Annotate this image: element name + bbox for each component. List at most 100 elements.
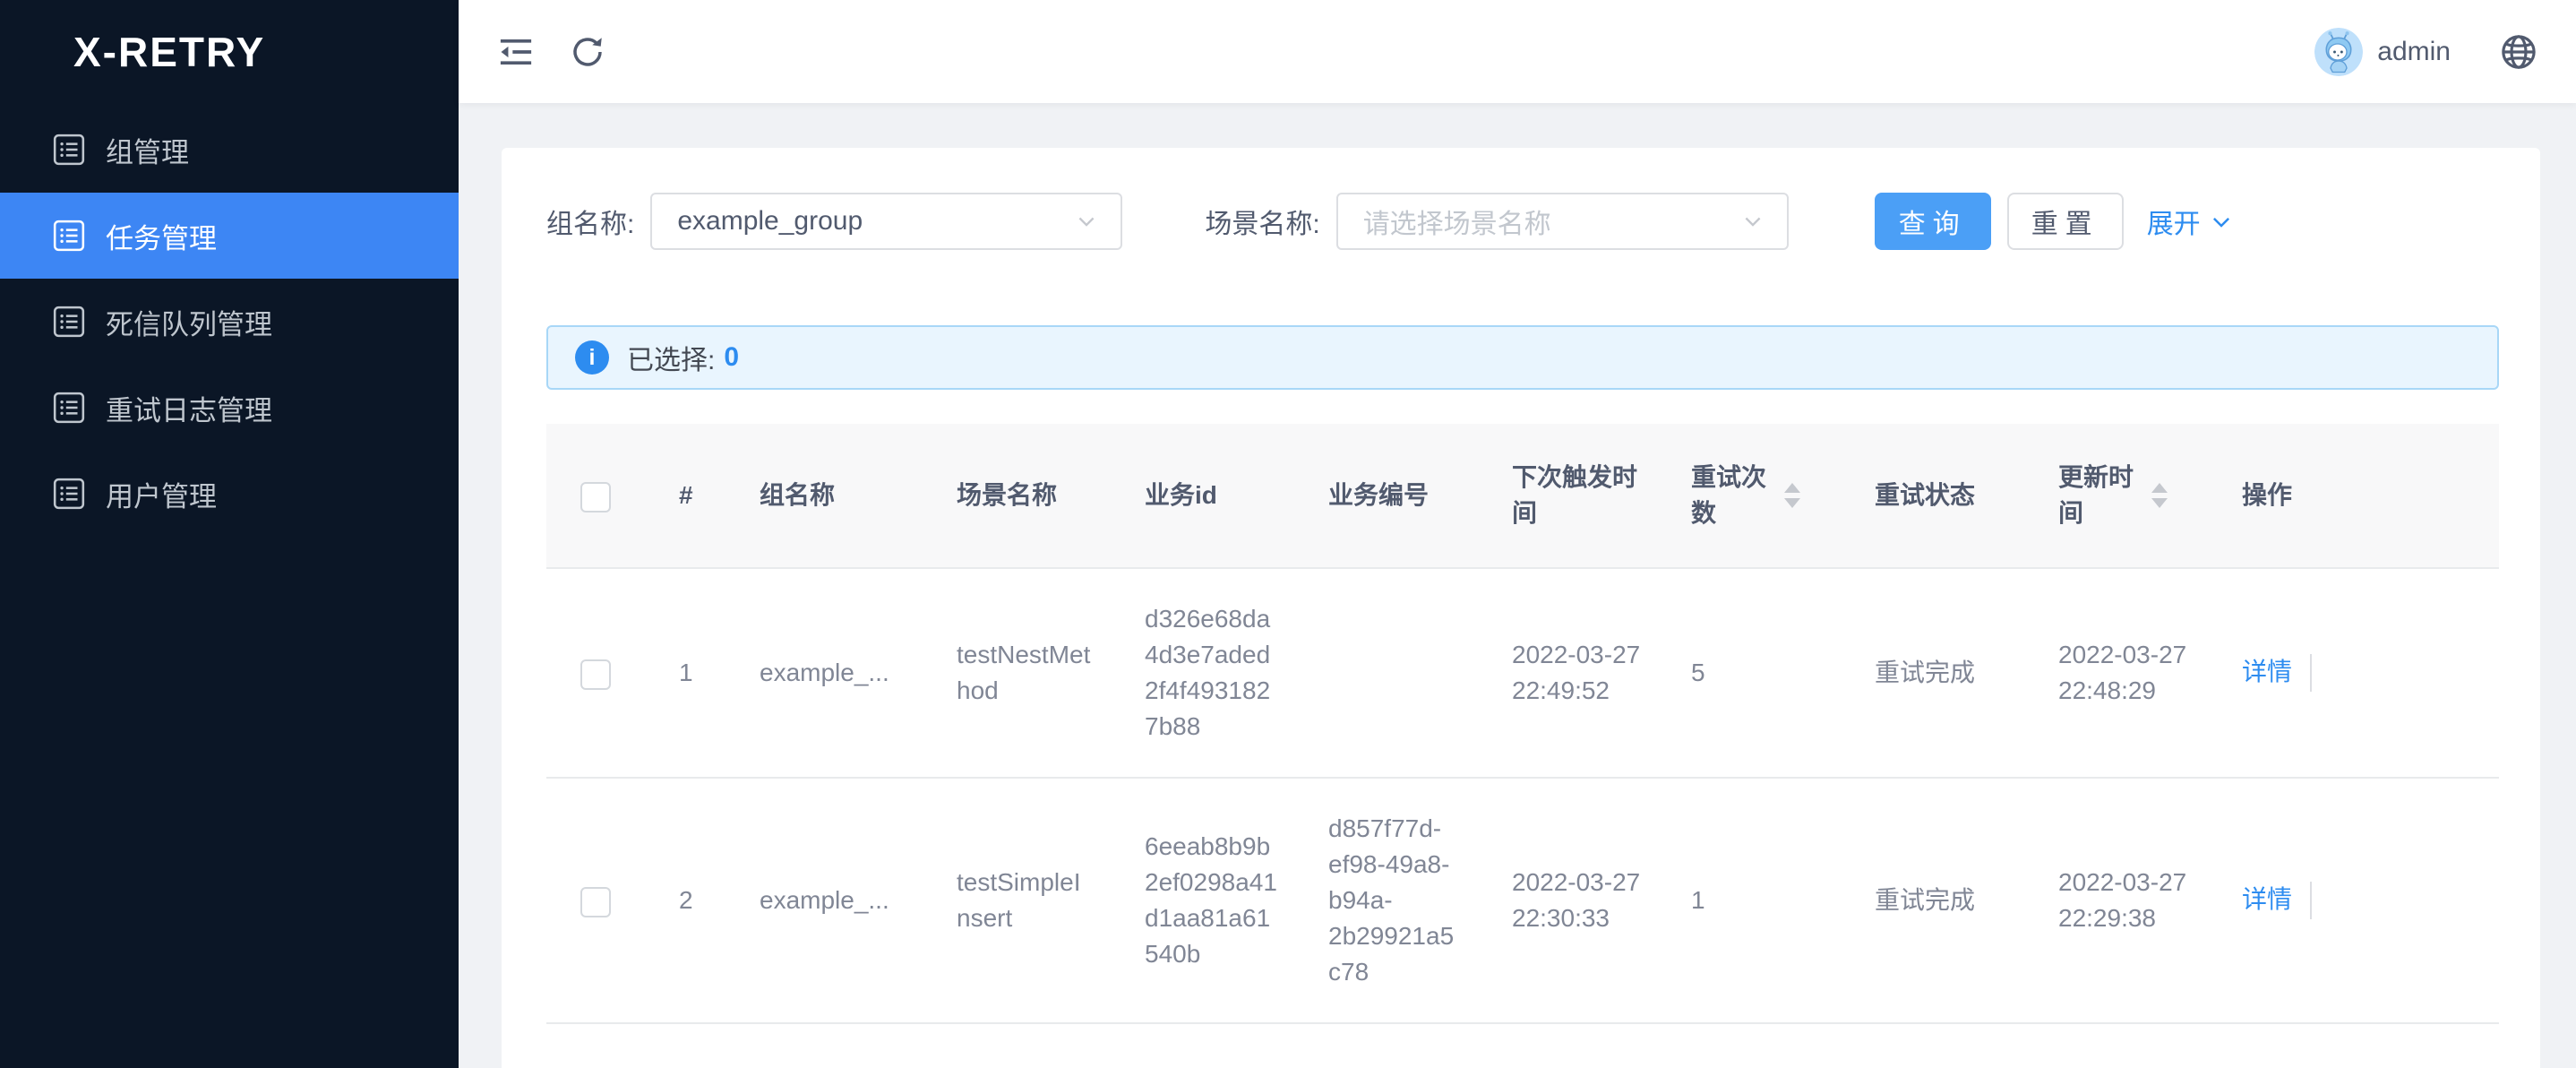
sort-caret-down-icon[interactable] (2151, 498, 2168, 508)
list-icon (52, 305, 86, 339)
expand-label: 展开 (2147, 202, 2201, 241)
cell-retry-count: 1 (1666, 778, 1850, 1023)
cell-scene-name: testSimpleInsert (932, 778, 1120, 1023)
menu-fold-icon (496, 32, 536, 72)
selection-alert: i 已选择: 0 (546, 325, 2499, 390)
detail-link[interactable]: 详情 (2242, 658, 2292, 685)
action-divider (2310, 654, 2312, 692)
cell-group-name: example_... (734, 568, 932, 778)
reset-button[interactable]: 重置 (2007, 193, 2124, 250)
cell-biz-no: d857f77d-ef98-49a8-b94a-2b29921a5c78 (1303, 778, 1487, 1023)
row-checkbox-cell (546, 568, 654, 778)
group-name-label: 组名称: (546, 202, 634, 241)
sidebar-item-label: 用户管理 (106, 474, 217, 514)
globe-icon (2499, 32, 2538, 72)
chevron-down-icon (1740, 209, 1765, 234)
cell-group-name: example_... (734, 778, 932, 1023)
content: 组名称: example_group 场景名称: 请选择场景名称 查询 重置 (459, 103, 2576, 1068)
cell-index: 1 (654, 568, 734, 778)
topbar: admin (459, 0, 2576, 103)
sort-carets[interactable] (1784, 483, 1800, 508)
column-header-biz-no: 业务编号 (1303, 424, 1487, 568)
sort-caret-up-icon[interactable] (1784, 483, 1800, 493)
table-row: 1 example_... testNestMethod d326e68da4d… (546, 568, 2499, 778)
column-header-actions: 操作 (2217, 424, 2499, 568)
user-avatar[interactable] (2314, 28, 2363, 76)
cell-actions: 详情 (2217, 778, 2499, 1023)
list-icon (52, 391, 86, 425)
column-header-index: # (654, 424, 734, 568)
group-name-select[interactable]: example_group (650, 193, 1122, 250)
cell-next-trigger-time: 2022-03-27 22:30:33 (1487, 778, 1666, 1023)
cell-actions: 详情 (2217, 568, 2499, 778)
column-header-update-time[interactable]: 更新时间 (2033, 424, 2217, 568)
list-icon (52, 133, 86, 167)
info-icon: i (575, 340, 609, 375)
cell-update-time: 2022-03-27 22:48:29 (2033, 568, 2217, 778)
expand-link[interactable]: 展开 (2147, 202, 2235, 241)
action-divider (2310, 882, 2312, 919)
cell-scene-name: testNestMethod (932, 568, 1120, 778)
sidebar-item-group-management[interactable]: 组管理 (0, 107, 459, 193)
list-icon (52, 219, 86, 253)
sort-carets[interactable] (2151, 483, 2168, 508)
chevron-down-icon (1074, 209, 1099, 234)
cell-update-time: 2022-03-27 22:29:38 (2033, 778, 2217, 1023)
list-icon (52, 477, 86, 511)
scene-name-select[interactable]: 请选择场景名称 (1336, 193, 1789, 250)
app-logo: X-RETRY (0, 0, 459, 103)
language-button[interactable] (2497, 30, 2540, 73)
header-checkbox-cell (546, 424, 654, 568)
group-name-select-value: example_group (677, 206, 1074, 237)
collapse-sidebar-button[interactable] (494, 30, 537, 73)
cell-index: 2 (654, 778, 734, 1023)
search-button[interactable]: 查询 (1875, 193, 1991, 250)
cell-retry-count: 5 (1666, 568, 1850, 778)
cell-retry-status: 重试完成 (1850, 568, 2033, 778)
refresh-icon (569, 33, 606, 71)
row-checkbox[interactable] (580, 659, 611, 690)
refresh-button[interactable] (566, 30, 609, 73)
sort-caret-up-icon[interactable] (2151, 483, 2168, 493)
cell-biz-id: d326e68da4d3e7aded2f4f4931827b88 (1120, 568, 1303, 778)
main-area: admin 组名称: example_gro (459, 0, 2576, 1068)
chevron-down-icon (2208, 208, 2235, 235)
sidebar-menu: 组管理 任务管理 (0, 107, 459, 537)
selection-count: 0 (724, 342, 739, 373)
column-header-retry-count[interactable]: 重试次数 (1666, 424, 1850, 568)
sidebar: X-RETRY 组管理 (0, 0, 459, 1068)
sidebar-item-task-management[interactable]: 任务管理 (0, 193, 459, 279)
selection-alert-label: 已选择: (627, 338, 715, 377)
column-header-label: 重试次数 (1691, 460, 1773, 531)
sort-caret-down-icon[interactable] (1784, 498, 1800, 508)
column-header-group-name: 组名称 (734, 424, 932, 568)
row-checkbox-cell (546, 778, 654, 1023)
table-row: 2 example_... testSimpleInsert 6eeab8b9b… (546, 778, 2499, 1023)
sidebar-item-label: 组管理 (106, 130, 189, 170)
sidebar-item-user-management[interactable]: 用户管理 (0, 451, 459, 537)
detail-link[interactable]: 详情 (2242, 885, 2292, 913)
cell-biz-id: 6eeab8b9b2ef0298a41d1aa81a61540b (1120, 778, 1303, 1023)
sidebar-item-label: 死信队列管理 (106, 302, 272, 342)
cell-next-trigger-time: 2022-03-27 22:49:52 (1487, 568, 1666, 778)
scene-name-select-placeholder: 请选择场景名称 (1363, 202, 1740, 241)
topbar-right: admin (2314, 28, 2540, 76)
cell-biz-no (1303, 568, 1487, 778)
scene-name-label: 场景名称: (1205, 202, 1319, 241)
username[interactable]: admin (2377, 37, 2451, 67)
column-header-next-trigger-time: 下次触发时间 (1487, 424, 1666, 568)
retry-task-table: # 组名称 场景名称 业务id 业务编号 下次触发时间 重试次数 (546, 424, 2499, 1024)
column-header-scene-name: 场景名称 (932, 424, 1120, 568)
cell-retry-status: 重试完成 (1850, 778, 2033, 1023)
row-checkbox[interactable] (580, 887, 611, 917)
content-card: 组名称: example_group 场景名称: 请选择场景名称 查询 重置 (502, 148, 2540, 1068)
sidebar-item-dead-letter-queue[interactable]: 死信队列管理 (0, 279, 459, 365)
sidebar-item-label: 任务管理 (106, 216, 217, 256)
sidebar-item-retry-log-management[interactable]: 重试日志管理 (0, 365, 459, 451)
sidebar-item-label: 重试日志管理 (106, 388, 272, 428)
column-header-label: 更新时间 (2058, 460, 2141, 531)
select-all-checkbox[interactable] (580, 482, 611, 512)
table-header-row: # 组名称 场景名称 业务id 业务编号 下次触发时间 重试次数 (546, 424, 2499, 568)
column-header-retry-status: 重试状态 (1850, 424, 2033, 568)
column-header-biz-id: 业务id (1120, 424, 1303, 568)
